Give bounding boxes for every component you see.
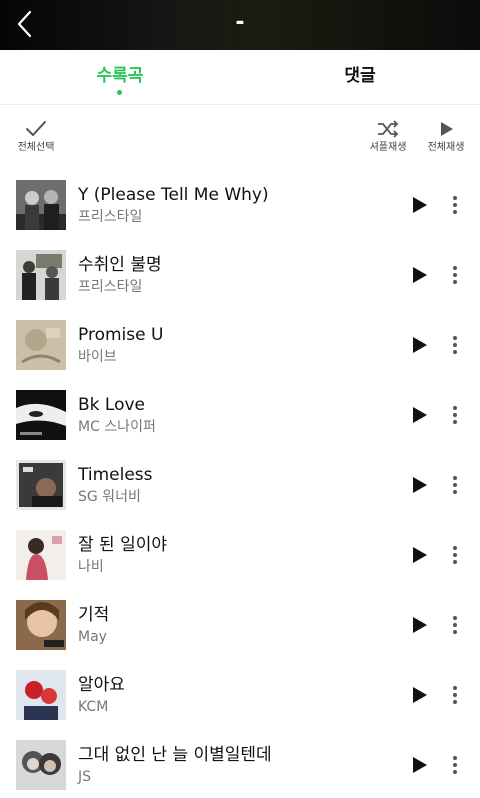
tab-bar: 수록곡 댓글 [0,50,480,105]
song-title: Bk Love [78,395,146,415]
more-options-button[interactable] [446,544,464,566]
song-row[interactable]: Y (Please Tell Me Why) 프리스타일 [0,168,480,238]
more-options-button[interactable] [446,334,464,356]
tab-songs-label: 수록곡 [96,66,144,86]
more-options-button[interactable] [446,194,464,216]
more-options-button[interactable] [446,684,464,706]
song-row[interactable]: 수취인 불명 프리스타일 [0,238,480,308]
song-artist: May [78,629,107,645]
song-title: 잘 된 일이야 [78,535,168,555]
song-artist: 프리스타일 [78,279,143,295]
song-title: 알아요 [78,675,125,695]
play-all-label: 전체재생 [427,142,465,153]
play-icon [413,617,427,633]
more-vertical-icon [453,266,457,284]
song-row[interactable]: 알아요 KCM [0,658,480,728]
song-artist: MC 스나이퍼 [78,419,156,435]
play-button[interactable] [408,614,430,636]
song-title: 그대 없인 난 늘 이별일텐데 [78,745,272,765]
back-button[interactable] [10,8,42,40]
more-vertical-icon [453,616,457,634]
active-tab-indicator [117,90,122,95]
play-button[interactable] [408,334,430,356]
checkmark-icon [26,121,46,136]
play-icon [413,687,427,703]
playlist-toolbar: 전체선택 셔플재생 전체재생 [0,105,480,165]
play-icon [413,757,427,773]
play-button[interactable] [408,754,430,776]
song-artist: 바이브 [78,349,117,365]
song-row[interactable]: Promise U 바이브 [0,308,480,378]
more-vertical-icon [453,686,457,704]
play-icon [413,337,427,353]
song-title: 기적 [78,605,110,625]
play-icon [413,407,427,423]
song-row[interactable]: 기적 May [0,588,480,658]
more-vertical-icon [453,756,457,774]
album-art [16,180,66,230]
more-options-button[interactable] [446,404,464,426]
play-icon [413,477,427,493]
play-button[interactable] [408,474,430,496]
album-art [16,460,66,510]
more-options-button[interactable] [446,264,464,286]
song-artist: SG 워너비 [78,489,141,505]
album-art [16,390,66,440]
more-options-button[interactable] [446,754,464,776]
song-title: Promise U [78,325,164,345]
song-artist: KCM [78,699,109,715]
song-artist: JS [78,769,92,785]
album-art [16,740,66,790]
song-row[interactable]: 잘 된 일이야 나비 [0,518,480,588]
tab-songs[interactable]: 수록곡 [60,50,180,104]
song-artist: 프리스타일 [78,209,143,225]
play-icon [413,547,427,563]
song-row[interactable]: Timeless SG 워너비 [0,448,480,518]
play-all-button[interactable]: 전체재생 [422,119,470,154]
album-art [16,530,66,580]
more-vertical-icon [453,336,457,354]
shuffle-play-button[interactable]: 셔플재생 [364,119,412,154]
album-art [16,320,66,370]
song-title: Y (Please Tell Me Why) [78,185,269,205]
more-vertical-icon [453,406,457,424]
song-row[interactable]: Bk Love MC 스나이퍼 [0,378,480,448]
shuffle-icon [378,120,399,138]
song-title: 수취인 불명 [78,255,162,275]
play-icon [413,197,427,213]
song-title: Timeless [78,465,153,485]
more-options-button[interactable] [446,474,464,496]
album-art [16,670,66,720]
play-button[interactable] [408,404,430,426]
shuffle-play-label: 셔플재생 [369,142,407,153]
album-art [16,600,66,650]
play-icon [441,122,453,136]
song-row[interactable]: 그대 없인 난 늘 이별일텐데 JS [0,728,480,798]
play-button[interactable] [408,544,430,566]
play-icon [413,267,427,283]
play-button[interactable] [408,264,430,286]
chevron-left-icon [17,10,32,38]
play-button[interactable] [408,194,430,216]
more-vertical-icon [453,546,457,564]
more-vertical-icon [453,476,457,494]
more-options-button[interactable] [446,614,464,636]
top-bar: - [0,0,480,50]
album-art [16,250,66,300]
more-vertical-icon [453,196,457,214]
page-title: - [235,10,245,35]
select-all-label: 전체선택 [17,142,55,153]
play-button[interactable] [408,684,430,706]
tab-comments[interactable]: 댓글 [300,50,420,104]
tab-comments-label: 댓글 [344,66,376,86]
song-artist: 나비 [78,559,104,575]
select-all-button[interactable]: 전체선택 [12,119,60,154]
